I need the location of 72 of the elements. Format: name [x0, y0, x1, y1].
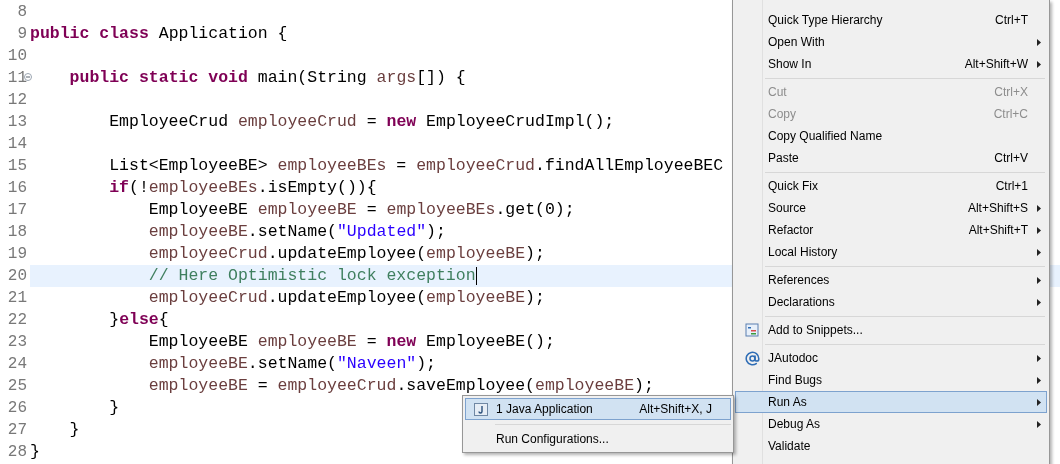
menu-item[interactable]: Quick Fix Ctrl+1	[735, 175, 1047, 197]
menu-item[interactable]: Copy Qualified Name	[735, 125, 1047, 147]
line-number: 18	[7, 224, 27, 240]
code-line: if(!employeeBEs.isEmpty()){	[108, 179, 377, 197]
line-number: 21	[7, 290, 27, 306]
menu-item[interactable]: Open With	[735, 31, 1047, 53]
line-number: 25	[7, 378, 27, 394]
submenu-arrow-icon	[1037, 298, 1041, 306]
text-cursor	[475, 267, 478, 285]
line-number: 14	[7, 136, 27, 152]
menu-item[interactable]: Source Alt+Shift+S	[735, 197, 1047, 219]
line-number: 8	[17, 4, 27, 20]
code-line: public class Application {	[30, 25, 288, 43]
line-number: 9	[17, 26, 27, 42]
menu-item[interactable]: Debug As	[735, 413, 1047, 435]
line-number: 24	[7, 356, 27, 372]
line-number: 23	[7, 334, 27, 350]
line-number: 10	[7, 48, 27, 64]
code-line: EmployeeCrud employeeCrud = new EmployeeCrudImpl();	[108, 113, 615, 131]
submenu-arrow-icon	[1037, 376, 1041, 384]
code-line: employeeBE.setName("Updated");	[147, 223, 446, 241]
submenu-arrow-icon	[1037, 248, 1041, 256]
submenu-arrow-icon	[1037, 38, 1041, 46]
submenu-arrow-icon	[1037, 398, 1041, 406]
menu-item[interactable]: Local History	[735, 241, 1047, 263]
menu-item[interactable]: Paste Ctrl+V	[735, 147, 1047, 169]
menu-item[interactable]: Declarations	[735, 291, 1047, 313]
menu-item[interactable]: Find Bugs	[735, 369, 1047, 391]
menu-item[interactable]: Run Configurations...	[465, 428, 731, 450]
line-number: 11	[7, 70, 27, 86]
submenu-arrow-icon	[1037, 420, 1041, 428]
line-number: 15	[7, 158, 27, 174]
submenu-arrow-icon	[1037, 226, 1041, 234]
menu-item[interactable]: Quick Type Hierarchy Ctrl+T	[735, 9, 1047, 31]
line-number: 17	[7, 202, 27, 218]
line-number: 16	[7, 180, 27, 196]
code-line: EmployeeBE employeeBE = new EmployeeBE();	[147, 333, 555, 351]
line-number: 12	[7, 92, 27, 108]
line-number: 28	[7, 444, 27, 460]
code-line: EmployeeBE employeeBE = employeeBEs.get(0);	[147, 201, 575, 219]
java-application-icon	[474, 402, 488, 416]
current-code-line: // Here Optimistic lock exception	[147, 267, 476, 285]
snippet-icon	[745, 323, 759, 337]
menu-item[interactable]: Show In Alt+Shift+W	[735, 53, 1047, 75]
code-line: }	[30, 443, 40, 461]
menu-item[interactable]: JAutodoc	[735, 347, 1047, 369]
line-number: 13	[7, 114, 27, 130]
code-line: employeeBE = employeeCrud.saveEmployee(employeeBE);	[147, 377, 654, 395]
submenu-arrow-icon	[1037, 60, 1041, 68]
code-line: List<EmployeeBE> employeeBEs = employeeCrud.findAllEmployeeBEC	[108, 157, 724, 175]
code-line: employeeCrud.updateEmployee(employeeBE);	[147, 245, 545, 263]
code-line: }	[108, 399, 120, 417]
menu-item[interactable]: Add to Snippets...	[735, 319, 1047, 341]
menu-item[interactable]: 1 Java Application Alt+Shift+X, J	[465, 398, 731, 420]
line-number: 26	[7, 400, 27, 416]
submenu-arrow-icon	[1037, 204, 1041, 212]
code-line: employeeBE.setName("Naveen");	[147, 355, 436, 373]
menu-item[interactable]: References	[735, 269, 1047, 291]
code-line: }else{	[108, 311, 169, 329]
menu-item[interactable]: Run As	[735, 391, 1047, 413]
line-number: 20	[7, 268, 27, 284]
menu-item[interactable]: Refactor Alt+Shift+T	[735, 219, 1047, 241]
at-sign-icon	[744, 350, 760, 366]
line-number: 19	[7, 246, 27, 262]
code-line: employeeCrud.updateEmployee(employeeBE);	[147, 289, 545, 307]
line-number: 22	[7, 312, 27, 328]
menu-item[interactable]: Validate	[735, 435, 1047, 457]
code-line: }	[68, 421, 80, 439]
submenu-arrow-icon	[1037, 276, 1041, 284]
code-line: public static void main(String args[]) {	[68, 69, 466, 87]
submenu-arrow-icon	[1037, 354, 1041, 362]
line-number: 27	[7, 422, 27, 438]
